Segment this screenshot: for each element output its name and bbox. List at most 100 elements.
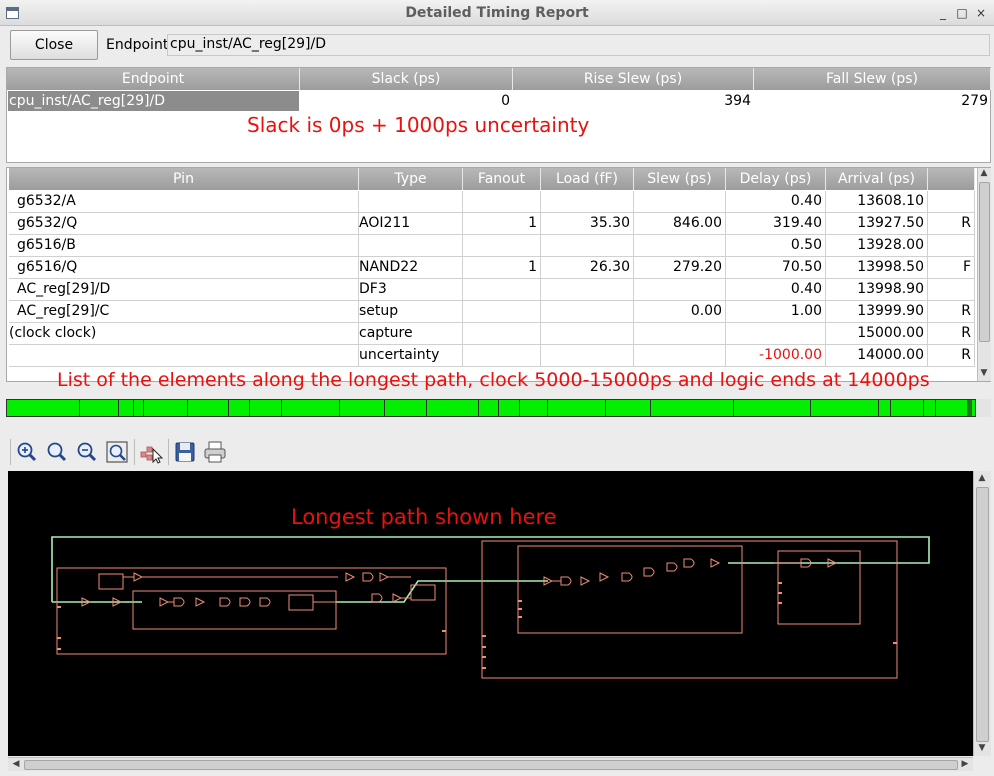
schematic-scroll-right-icon[interactable]: ▶ — [959, 759, 971, 769]
timing-bar-tick — [498, 400, 499, 416]
timing-report-window: Detailed Timing Report _ □ × Close Endpo… — [0, 0, 994, 776]
cell-edge: R — [928, 345, 975, 366]
cell-pin: g6532/A — [9, 191, 359, 212]
path-header-edge[interactable] — [928, 168, 975, 190]
cell-fanout — [463, 279, 541, 300]
path-header-type[interactable]: Type — [359, 168, 463, 190]
cell-load — [541, 323, 634, 344]
zoom-in-icon[interactable] — [14, 439, 40, 465]
timing-bar-tick — [890, 400, 891, 416]
zoom-out-icon[interactable] — [74, 439, 100, 465]
table-row[interactable]: g6532/Q AOI211 1 35.30 846.00 319.40 13927.50 R — [9, 213, 975, 235]
timing-bar-tick — [878, 400, 879, 416]
cell-load — [541, 235, 634, 256]
table-row[interactable]: g6516/B 0.50 13928.00 — [9, 235, 975, 257]
summary-header-fall-slew[interactable]: Fall Slew (ps) — [754, 68, 991, 90]
schematic-hscroll[interactable]: ◀ ▶ — [8, 757, 973, 771]
hier-block-right[interactable] — [481, 540, 898, 679]
cell-delay: 1.00 — [726, 301, 826, 322]
summary-header-rise-slew[interactable]: Rise Slew (ps) — [513, 68, 754, 90]
cell-edge: R — [928, 301, 975, 322]
schematic-vscroll-thumb[interactable] — [976, 487, 989, 742]
close-button[interactable]: Close — [10, 30, 98, 60]
table-row[interactable]: uncertainty -1000.00 14000.00 R — [9, 345, 975, 367]
cell-arrival: 13927.50 — [826, 213, 928, 234]
endpoint-field[interactable]: cpu_inst/AC_reg[29]/D — [167, 34, 990, 56]
table-row[interactable]: (clock clock) capture 15000.00 R — [9, 323, 975, 345]
schematic-hscroll-thumb[interactable] — [24, 760, 958, 770]
timing-bar-tick — [519, 400, 520, 416]
cell-arrival: 13928.00 — [826, 235, 928, 256]
pin-stubs — [57, 582, 897, 669]
cell-load — [541, 301, 634, 322]
path-scroll-thumb[interactable] — [979, 182, 990, 342]
save-icon[interactable] — [172, 439, 198, 465]
cell-fanout — [463, 301, 541, 322]
timing-bar-tick — [733, 400, 734, 416]
summary-header-slack[interactable]: Slack (ps) — [300, 68, 513, 90]
timing-bar-spacer — [976, 399, 991, 417]
summary-endpoint-cell[interactable]: cpu_inst/AC_reg[29]/D — [8, 91, 299, 111]
cell-pin: (clock clock) — [9, 323, 359, 344]
zoom-fit-icon[interactable] — [104, 439, 130, 465]
endpoint-label: Endpoint: — [106, 37, 174, 53]
maximize-icon[interactable]: □ — [953, 4, 971, 22]
cell-pin — [9, 345, 359, 366]
hier-block-mid[interactable] — [517, 545, 743, 634]
cell-delay: 319.40 — [726, 213, 826, 234]
cell-load — [541, 191, 634, 212]
zoom-normal-icon[interactable] — [44, 439, 70, 465]
summary-header-endpoint[interactable]: Endpoint — [7, 68, 300, 90]
path-header-load[interactable]: Load (fF) — [541, 168, 634, 190]
cell-type: capture — [359, 323, 463, 344]
title-bar: Detailed Timing Report _ □ × — [0, 0, 994, 26]
path-header-arrival[interactable]: Arrival (ps) — [826, 168, 928, 190]
cell-load — [541, 279, 634, 300]
schematic-view[interactable]: Longest path shown here ▲ ▼ — [8, 471, 991, 756]
minimize-icon[interactable]: _ — [934, 4, 952, 22]
cell-pin: g6532/Q — [9, 213, 359, 234]
path-header-pin[interactable]: Pin — [9, 168, 359, 190]
summary-fall-slew-cell[interactable]: 279 — [754, 91, 991, 111]
cell-type: AOI211 — [359, 213, 463, 234]
table-row[interactable]: g6532/A 0.40 13608.10 — [9, 191, 975, 213]
schematic-vscroll[interactable]: ▲ ▼ — [973, 471, 991, 756]
scroll-down-icon[interactable]: ▼ — [978, 368, 990, 378]
select-tool-icon[interactable] — [138, 439, 164, 465]
summary-slack-cell[interactable]: 0 — [300, 91, 513, 111]
path-header-fanout[interactable]: Fanout — [463, 168, 541, 190]
summary-rise-slew-cell[interactable]: 394 — [513, 91, 754, 111]
hier-block-left[interactable] — [56, 567, 447, 655]
table-row[interactable]: AC_reg[29]/D DF3 0.40 13998.90 — [9, 279, 975, 301]
print-icon[interactable] — [202, 439, 228, 465]
cell-arrival: 15000.00 — [826, 323, 928, 344]
schematic-scroll-down-icon[interactable]: ▼ — [976, 743, 988, 753]
cell-fanout: 1 — [463, 257, 541, 278]
cell-arrival: 13998.90 — [826, 279, 928, 300]
schematic-scroll-left-icon[interactable]: ◀ — [10, 759, 22, 769]
path-header-delay[interactable]: Delay (ps) — [726, 168, 826, 190]
cell-delay: 0.40 — [726, 191, 826, 212]
schematic-scroll-up-icon[interactable]: ▲ — [976, 473, 988, 483]
schematic-canvas[interactable] — [8, 471, 973, 756]
timing-bar[interactable] — [6, 399, 976, 417]
path-header-slew[interactable]: Slew (ps) — [634, 168, 726, 190]
table-row[interactable]: AC_reg[29]/C setup 0.00 1.00 13999.90 R — [9, 301, 975, 323]
close-window-icon[interactable]: × — [972, 4, 990, 22]
cell-edge: R — [928, 323, 975, 344]
cell-delay: -1000.00 — [726, 345, 826, 366]
cell-fanout — [463, 191, 541, 212]
timing-bar-tick — [249, 400, 250, 416]
cell-slew — [634, 279, 726, 300]
timing-bar-tick — [923, 400, 924, 416]
cell-type: setup — [359, 301, 463, 322]
scroll-up-icon[interactable]: ▲ — [978, 168, 990, 178]
timing-bar-tick — [426, 400, 427, 416]
slack-annotation: Slack is 0ps + 1000ps uncertainty — [247, 113, 590, 137]
toolbar-separator — [10, 439, 11, 465]
hier-block-reg[interactable] — [777, 550, 861, 625]
cell-pin: AC_reg[29]/C — [9, 301, 359, 322]
cell-load — [541, 345, 634, 366]
path-scrollbar[interactable]: ▲ ▼ — [977, 168, 991, 381]
table-row[interactable]: g6516/Q NAND22 1 26.30 279.20 70.50 13998.50 F — [9, 257, 975, 279]
